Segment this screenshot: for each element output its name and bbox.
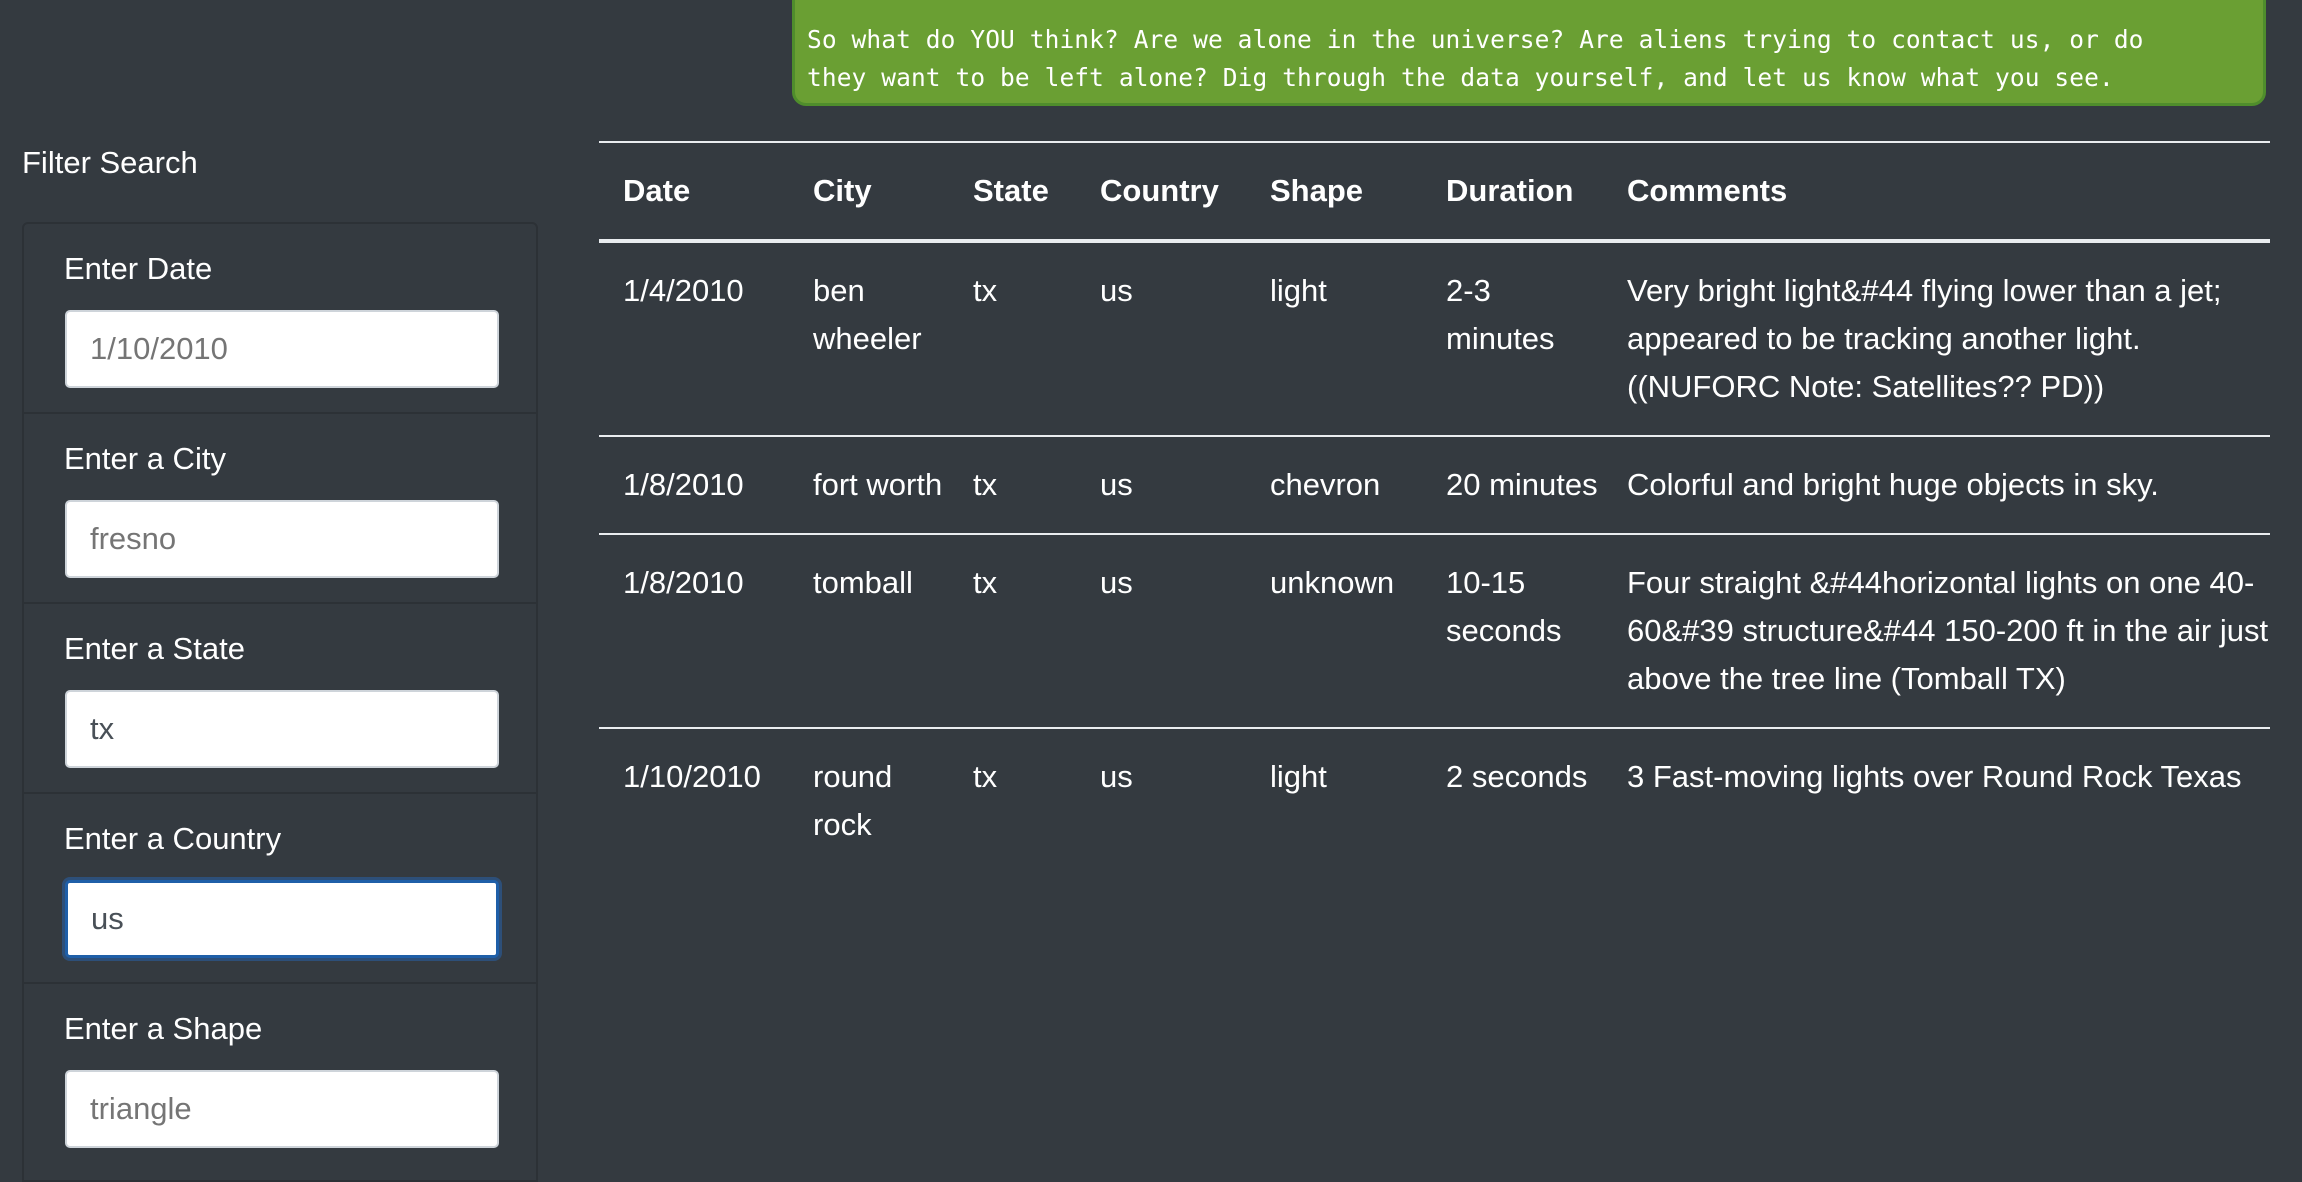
cell-date: 1/4/2010 bbox=[599, 241, 789, 437]
state-label: Enter a State bbox=[64, 631, 245, 666]
intro-banner: So what do YOU think? Are we alone in th… bbox=[792, 0, 2266, 106]
filter-item-state: Enter a State bbox=[24, 604, 536, 794]
table-body: 1/4/2010 ben wheeler tx us light 2-3 min… bbox=[599, 241, 2270, 873]
shape-label: Enter a Shape bbox=[64, 1011, 263, 1046]
cell-comments: Colorful and bright huge objects in sky. bbox=[1603, 436, 2270, 535]
table-header-row: Date City State Country Shape Duration C… bbox=[599, 141, 2270, 243]
column-header-country: Country bbox=[1076, 141, 1246, 243]
cell-date: 1/10/2010 bbox=[623, 759, 761, 794]
cell-country: us bbox=[1076, 436, 1246, 535]
filter-item-country: Enter a Country bbox=[24, 794, 536, 984]
cell-state: tx bbox=[949, 436, 1076, 535]
table-row: 1/10/2010 round rock tx us light 2 secon… bbox=[599, 728, 2270, 873]
cell-date: 1/8/2010 bbox=[599, 436, 789, 535]
cell-city: ben wheeler bbox=[789, 241, 949, 437]
filter-item-date: Enter Date bbox=[24, 224, 536, 414]
cell-country: us bbox=[1100, 759, 1133, 794]
column-header-shape: Shape bbox=[1246, 141, 1422, 243]
cell-comments: 3 Fast-moving lights over Round Rock Tex… bbox=[1627, 759, 2242, 794]
column-header-comments: Comments bbox=[1603, 141, 2270, 243]
cell-shape: unknown bbox=[1246, 534, 1422, 729]
cell-duration: 10-15 seconds bbox=[1422, 534, 1603, 729]
cell-duration: 2-3 minutes bbox=[1422, 241, 1603, 437]
shape-input[interactable] bbox=[65, 1070, 499, 1148]
cell-duration: 2 seconds bbox=[1446, 759, 1588, 794]
city-label: Enter a City bbox=[64, 441, 226, 476]
cell-date: 1/8/2010 bbox=[599, 534, 789, 729]
cell-state: tx bbox=[973, 759, 998, 794]
table-header: Date City State Country Shape Duration C… bbox=[599, 141, 2270, 243]
column-header-state: State bbox=[949, 141, 1076, 243]
cell-comments: Very bright light&#44 flying lower than … bbox=[1603, 241, 2270, 437]
date-label: Enter Date bbox=[64, 251, 213, 286]
cell-country: us bbox=[1076, 241, 1246, 437]
cell-city: tomball bbox=[789, 534, 949, 729]
cell-country: us bbox=[1076, 534, 1246, 729]
filter-panel: Enter Date Enter a City Enter a State En… bbox=[22, 222, 538, 1182]
filter-item-city: Enter a City bbox=[24, 414, 536, 604]
cell-city: fort worth bbox=[789, 436, 949, 535]
filter-search-title: Filter Search bbox=[22, 145, 198, 180]
cell-shape: light bbox=[1270, 759, 1327, 794]
table-row: 1/8/2010 fort worth tx us chevron 20 min… bbox=[599, 436, 2270, 535]
column-header-city: City bbox=[789, 141, 949, 243]
column-header-duration: Duration bbox=[1422, 141, 1603, 243]
cell-shape: chevron bbox=[1246, 436, 1422, 535]
cell-city: round rock bbox=[813, 759, 893, 842]
ufo-table-container: Date City State Country Shape Duration C… bbox=[599, 141, 2270, 873]
ufo-sightings-table: Date City State Country Shape Duration C… bbox=[599, 141, 2270, 873]
state-input[interactable] bbox=[65, 690, 499, 768]
table-row: 1/8/2010 tomball tx us unknown 10-15 sec… bbox=[599, 534, 2270, 729]
country-input[interactable] bbox=[65, 880, 499, 958]
date-input[interactable] bbox=[65, 310, 499, 388]
cell-state: tx bbox=[949, 241, 1076, 437]
city-input[interactable] bbox=[65, 500, 499, 578]
cell-state: tx bbox=[949, 534, 1076, 729]
cell-comments: Four straight &#44horizontal lights on o… bbox=[1603, 534, 2270, 729]
table-row: 1/4/2010 ben wheeler tx us light 2-3 min… bbox=[599, 241, 2270, 437]
country-label: Enter a Country bbox=[64, 821, 282, 856]
filter-item-shape: Enter a Shape bbox=[24, 984, 536, 1174]
cell-duration: 20 minutes bbox=[1422, 436, 1603, 535]
cell-shape: light bbox=[1246, 241, 1422, 437]
column-header-date: Date bbox=[599, 141, 789, 243]
